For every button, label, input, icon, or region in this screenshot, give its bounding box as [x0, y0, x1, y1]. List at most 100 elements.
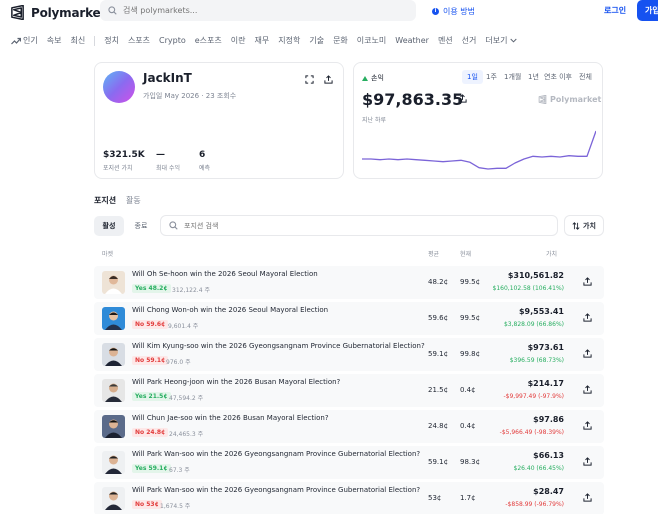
nav-divider [94, 35, 96, 46]
avg-price: 59.1¢ [428, 350, 449, 358]
table-row[interactable]: Will Oh Se-hoon win the 2026 Seoul Mayor… [94, 266, 604, 299]
outcome-badge: No 24.8¢ [132, 428, 169, 437]
outcome-badge: Yes 59.1¢ [132, 464, 171, 473]
login-button[interactable]: 로그인 [604, 5, 626, 16]
position-pnl: $26.40 (66.45%) [513, 465, 564, 472]
current-price: 99.8¢ [460, 350, 481, 358]
position-search[interactable] [160, 215, 558, 236]
share-count: 9,601.4 주 [168, 323, 199, 330]
column-header-current[interactable]: 현재 [460, 249, 471, 258]
nav-item-new[interactable]: 최신 [70, 35, 85, 46]
filter-closed[interactable]: 종료 [126, 216, 156, 236]
chevron-down-icon [509, 38, 517, 43]
share-icon[interactable] [583, 277, 592, 286]
column-header-avg[interactable]: 평균 [428, 249, 439, 258]
how-it-works-link[interactable]: i 이용 방법 [432, 6, 475, 17]
nav-item-politics[interactable]: 정치 [104, 35, 119, 46]
share-icon[interactable] [583, 313, 592, 322]
nav-item-tech[interactable]: 기술 [309, 35, 324, 46]
table-row[interactable]: Will Kim Kyung-soo win the 2026 Gyeongsa… [94, 338, 604, 371]
stat-value: $321.5K [103, 150, 145, 160]
column-header-market[interactable]: 마켓 [102, 249, 113, 258]
nav-item-crypto[interactable]: Crypto [159, 36, 186, 45]
position-pnl: -$9,997.49 (-97.9%) [503, 393, 564, 400]
sort-button[interactable]: 가치 [564, 215, 604, 236]
share-icon[interactable] [458, 94, 467, 103]
tab-positions[interactable]: 포지션 [94, 195, 116, 206]
range-1m[interactable]: 1개월 [504, 72, 521, 82]
position-value: $973.61 [527, 343, 564, 352]
brand-logo[interactable]: Polymarket [10, 5, 106, 20]
nav-item-elections[interactable]: 선거 [462, 35, 477, 46]
stat-position-value: $321.5K 포지션 가치 [103, 150, 145, 172]
stat-label: 최대 수익 [156, 165, 180, 172]
share-icon[interactable] [583, 493, 592, 502]
trending-icon [11, 37, 21, 44]
share-icon[interactable] [324, 75, 333, 84]
nav-item-more[interactable]: 더보기 [485, 35, 517, 46]
position-pnl: -$5,966.49 (-98.39%) [499, 429, 564, 436]
nav-item-mentions[interactable]: 멘션 [438, 35, 453, 46]
table-row[interactable]: Will Park Wan-soo win the 2026 Gyeongsan… [94, 446, 604, 479]
share-count: 312,122.4 주 [172, 287, 210, 294]
pnl-period: 지난 하루 [362, 117, 386, 124]
table-row[interactable]: Will Park Heong-joon win the 2026 Busan … [94, 374, 604, 407]
nav-item-economy[interactable]: 이코노미 [357, 35, 386, 46]
avatar [103, 71, 135, 103]
market-title[interactable]: Will Chun Jae-soo win the 2026 Busan May… [132, 414, 329, 422]
position-value: $9,553.41 [518, 307, 564, 316]
brand-name: Polymarket [31, 5, 107, 20]
nav-item-trending[interactable]: 인기 [11, 35, 38, 46]
search-icon [108, 6, 117, 15]
share-icon[interactable] [583, 457, 592, 466]
range-1y[interactable]: 1년 [528, 72, 539, 82]
position-value: $28.47 [533, 487, 564, 496]
range-1w[interactable]: 1주 [486, 72, 497, 82]
nav-item-finance[interactable]: 재무 [255, 35, 270, 46]
range-all[interactable]: 전체 [579, 72, 592, 82]
table-row[interactable]: Will Chun Jae-soo win the 2026 Busan May… [94, 410, 604, 443]
current-price: 98.3¢ [460, 458, 481, 466]
market-title[interactable]: Will Park Wan-soo win the 2026 Gyeongsan… [132, 450, 420, 458]
signup-button[interactable]: 가입 [637, 0, 658, 21]
market-title[interactable]: Will Oh Se-hoon win the 2026 Seoul Mayor… [132, 270, 318, 278]
share-icon[interactable] [583, 385, 592, 394]
market-title[interactable]: Will Park Wan-soo win the 2026 Gyeongsan… [132, 486, 420, 494]
nav-item-culture[interactable]: 문화 [333, 35, 348, 46]
pnl-card: 손익 1일 1주 1개월 1년 연초 이후 전체 $97,863.35 지난 하… [353, 62, 603, 179]
current-price: 99.5¢ [460, 278, 481, 286]
range-1d[interactable]: 1일 [462, 70, 483, 84]
person-photo-icon [102, 379, 125, 402]
nav-item-weather[interactable]: Weather [395, 36, 429, 45]
position-value: $310,561.82 [507, 271, 564, 280]
table-row[interactable]: Will Park Wan-soo win the 2026 Gyeongsan… [94, 482, 604, 514]
search-bar[interactable] [100, 0, 416, 21]
joined-date: 가입일 May 2026 [143, 92, 200, 100]
nav-item-iran[interactable]: 이란 [231, 35, 246, 46]
range-ytd[interactable]: 연초 이후 [544, 72, 572, 82]
market-title[interactable]: Will Park Heong-joon win the 2026 Busan … [132, 378, 340, 386]
pnl-series-line [362, 130, 596, 170]
polymarket-logo-icon [11, 5, 24, 20]
market-title[interactable]: Will Kim Kyung-soo win the 2026 Gyeongsa… [132, 342, 425, 350]
table-row[interactable]: Will Chong Won-oh win the 2026 Seoul May… [94, 302, 604, 335]
triangle-up-icon [362, 75, 368, 81]
nav-item-geopolitics[interactable]: 지정학 [278, 35, 300, 46]
nav-label: 문화 [333, 36, 348, 45]
person-photo-icon [102, 451, 125, 474]
person-photo-icon [102, 271, 125, 294]
share-icon[interactable] [583, 349, 592, 358]
expand-icon[interactable] [305, 75, 314, 84]
nav-item-breaking[interactable]: 속보 [47, 35, 62, 46]
pnl-value: $97,863.35 [362, 90, 464, 109]
nav-item-sports[interactable]: 스포츠 [128, 35, 150, 46]
share-count: 47,594.2 주 [169, 395, 204, 402]
search-input[interactable] [123, 6, 403, 15]
filter-active[interactable]: 활성 [94, 216, 124, 236]
position-search-input[interactable] [184, 221, 544, 230]
column-header-value[interactable]: 가치 [546, 249, 557, 258]
tab-activity[interactable]: 활동 [126, 195, 141, 206]
share-icon[interactable] [583, 421, 592, 430]
market-title[interactable]: Will Chong Won-oh win the 2026 Seoul May… [132, 306, 328, 314]
nav-item-esports[interactable]: e스포츠 [195, 35, 222, 46]
